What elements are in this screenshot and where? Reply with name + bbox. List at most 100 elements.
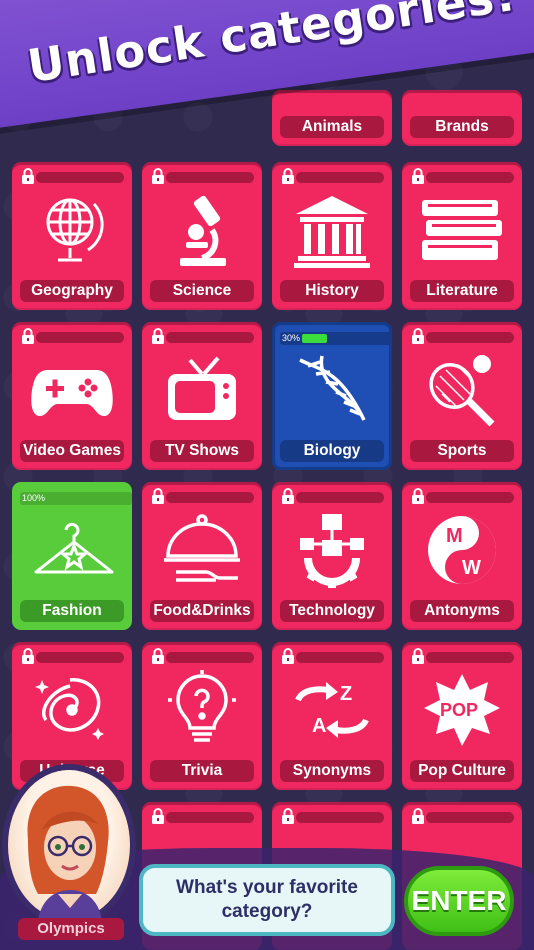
category-tile-science[interactable]: Science — [142, 162, 262, 310]
category-tile-video-games[interactable]: Video Games — [12, 322, 132, 470]
category-tile-food-drinks[interactable]: Food&Drinks — [142, 482, 262, 630]
progress-fill — [42, 494, 126, 503]
temple-icon — [294, 196, 370, 268]
lock-icon — [412, 488, 424, 504]
category-tile-universe[interactable]: Universe — [12, 642, 132, 790]
lock-bar — [426, 172, 514, 183]
partial-category-label: Olympics — [18, 918, 124, 940]
tile-label: Antonyms — [410, 600, 514, 622]
lock-bar — [426, 812, 514, 823]
tile-label: Fashion — [20, 600, 124, 622]
enter-button[interactable]: ENTER — [404, 866, 514, 936]
lock-bar — [36, 332, 124, 343]
tile-label: History — [280, 280, 384, 302]
category-tile-tv-shows[interactable]: TV Shows — [142, 322, 262, 470]
category-tile-brands[interactable]: Brands — [402, 90, 522, 146]
books-icon — [422, 200, 502, 260]
lock-icon — [152, 648, 164, 664]
tile-label: Science — [150, 280, 254, 302]
tile-label: Synonyms — [280, 760, 384, 782]
lock-bar — [426, 492, 514, 503]
tile-label: Sports — [410, 440, 514, 462]
tennis-racket-icon — [429, 355, 495, 427]
progress-text: 100% — [22, 493, 46, 503]
tile-label: Pop Culture — [410, 760, 514, 782]
lock-bar — [166, 812, 254, 823]
lock-bar — [166, 332, 254, 343]
tile-label: Food&Drinks — [150, 600, 254, 622]
category-tile-pop-culture[interactable]: POP Pop Culture — [402, 642, 522, 790]
category-tile-biology[interactable]: 30% Biology — [272, 322, 392, 470]
lock-icon — [282, 648, 294, 664]
lock-bar — [166, 172, 254, 183]
tile-label: Geography — [20, 280, 124, 302]
category-tile-sports[interactable]: Sports — [402, 322, 522, 470]
globe-icon — [46, 198, 104, 262]
category-tile-history[interactable]: History — [272, 162, 392, 310]
pop-text: POP — [440, 700, 478, 720]
lock-icon — [152, 168, 164, 184]
category-tile-animals[interactable]: Animals — [272, 90, 392, 146]
progress-fill — [302, 334, 328, 343]
tile-label: Trivia — [150, 760, 254, 782]
lock-bar — [296, 492, 384, 503]
lock-bar — [296, 652, 384, 663]
lightbulb-question-icon — [168, 670, 236, 742]
galaxy-icon — [35, 678, 104, 740]
antonyms-w-letter: W — [462, 557, 481, 579]
lock-bar — [36, 652, 124, 663]
prompt-bubble: What's your favorite category? — [139, 864, 395, 936]
cloche-icon — [164, 514, 240, 582]
lock-bar — [166, 492, 254, 503]
lock-icon — [282, 808, 294, 824]
tile-label: Brands — [410, 116, 514, 138]
lock-icon — [152, 488, 164, 504]
avatar — [8, 770, 130, 920]
category-tile-antonyms[interactable]: M W Antonyms — [402, 482, 522, 630]
lock-icon — [22, 648, 34, 664]
tv-icon — [168, 356, 236, 420]
category-tile-technology[interactable]: Technology — [272, 482, 392, 630]
hanger-icon — [34, 522, 114, 574]
lock-icon — [412, 168, 424, 184]
tile-label: Biology — [280, 440, 384, 462]
progress-bar: 30% — [280, 332, 392, 345]
antonyms-m-letter: M — [446, 525, 463, 547]
category-tile-synonyms[interactable]: Z A Synonyms — [272, 642, 392, 790]
lock-bar — [296, 172, 384, 183]
lock-icon — [152, 328, 164, 344]
circuit-gear-icon — [300, 514, 364, 588]
az-arrows-icon: Z A — [295, 682, 369, 738]
category-tile-trivia[interactable]: Trivia — [142, 642, 262, 790]
dna-icon — [299, 355, 366, 421]
tile-label: Literature — [410, 280, 514, 302]
tile-label: TV Shows — [150, 440, 254, 462]
category-tile-geography[interactable]: Geography — [12, 162, 132, 310]
host-character-icon — [27, 785, 109, 920]
tile-label: Video Games — [20, 440, 124, 462]
progress-bar: 100% — [20, 492, 132, 505]
lock-bar — [426, 652, 514, 663]
lock-icon — [412, 808, 424, 824]
pop-burst-icon: POP — [424, 674, 500, 746]
lock-bar — [36, 172, 124, 183]
category-tile-fashion[interactable]: 100% Fashion — [12, 482, 132, 630]
prompt-text: What's your favorite category? — [176, 877, 358, 922]
synonyms-a-letter: A — [312, 715, 326, 737]
lock-icon — [282, 488, 294, 504]
lock-icon — [282, 168, 294, 184]
lock-icon — [152, 808, 164, 824]
lock-icon — [22, 328, 34, 344]
lock-icon — [22, 168, 34, 184]
tile-label: Animals — [280, 116, 384, 138]
lock-bar — [426, 332, 514, 343]
lock-icon — [412, 648, 424, 664]
microscope-icon — [180, 195, 226, 266]
lock-bar — [296, 812, 384, 823]
yin-yang-mw-icon: M W — [428, 516, 496, 584]
tile-label: Technology — [280, 600, 384, 622]
category-tile-literature[interactable]: Literature — [402, 162, 522, 310]
lock-icon — [412, 328, 424, 344]
lock-bar — [166, 652, 254, 663]
synonyms-z-letter: Z — [340, 683, 352, 705]
